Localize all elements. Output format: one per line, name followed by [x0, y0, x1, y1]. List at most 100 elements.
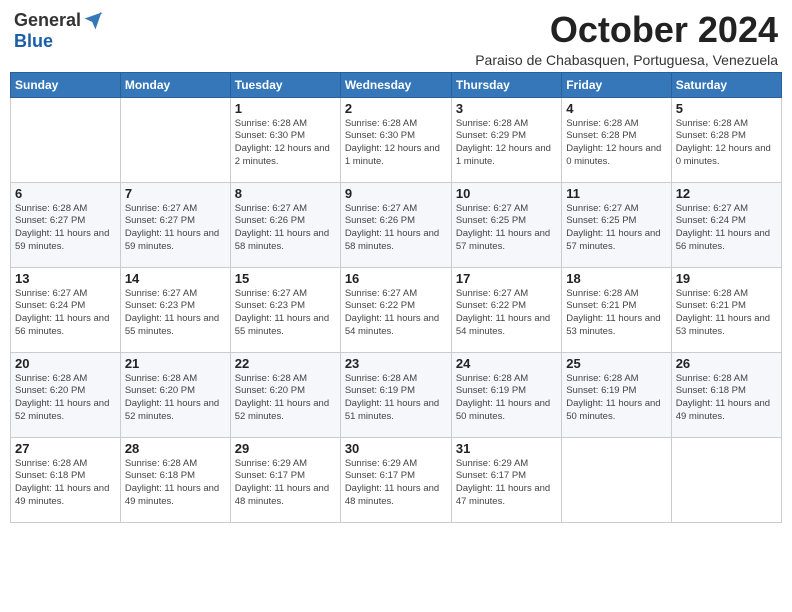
day-header-saturday: Saturday [671, 72, 781, 97]
calendar-cell: 10 Sunrise: 6:27 AM Sunset: 6:25 PM Dayli… [451, 182, 561, 267]
day-number: 26 [676, 356, 777, 371]
day-number: 20 [15, 356, 116, 371]
day-number: 19 [676, 271, 777, 286]
day-number: 4 [566, 101, 666, 116]
calendar-week-row: 13Sunrise: 6:27 AM Sunset: 6:24 PM Dayli… [11, 267, 782, 352]
cell-content: Sunrise: 6:27 AM Sunset: 6:23 PM Dayligh… [235, 288, 336, 339]
cell-content: Sunrise: 6:28 AM Sunset: 6:20 PM Dayligh… [15, 373, 116, 424]
calendar-cell: 11 Sunrise: 6:27 AM Sunset: 6:25 PM Dayli… [562, 182, 671, 267]
cell-content: Sunrise: 6:29 AM Sunset: 6:17 PM Dayligh… [456, 458, 557, 509]
calendar-cell: 16 Sunrise: 6:27 AM Sunset: 6:22 PM Dayli… [340, 267, 451, 352]
calendar-cell [11, 97, 121, 182]
day-number: 11 [566, 186, 666, 201]
cell-content: Sunrise: 6:27 AM Sunset: 6:27 PM Dayligh… [125, 203, 226, 254]
day-number: 13 [15, 271, 116, 286]
calendar-cell: 18 Sunrise: 6:28 AM Sunset: 6:21 PM Dayli… [562, 267, 671, 352]
calendar-header-row: SundayMondayTuesdayWednesdayThursdayFrid… [11, 72, 782, 97]
calendar-cell: 27 Sunrise: 6:28 AM Sunset: 6:18 PM Dayli… [11, 437, 121, 522]
cell-content: Sunrise: 6:29 AM Sunset: 6:17 PM Dayligh… [235, 458, 336, 509]
title-section: October 2024 Paraiso de Chabasquen, Port… [475, 10, 778, 68]
calendar-cell: 3Sunrise: 6:28 AM Sunset: 6:29 PM Daylig… [451, 97, 561, 182]
logo: General Blue [14, 10, 103, 52]
cell-content: Sunrise: 6:28 AM Sunset: 6:19 PM Dayligh… [345, 373, 447, 424]
calendar-cell: 8 Sunrise: 6:27 AM Sunset: 6:26 PM Daylig… [230, 182, 340, 267]
cell-content: Sunrise: 6:27 AM Sunset: 6:26 PM Dayligh… [235, 203, 336, 254]
calendar-cell: 20 Sunrise: 6:28 AM Sunset: 6:20 PM Dayli… [11, 352, 121, 437]
day-number: 31 [456, 441, 557, 456]
cell-content: Sunrise: 6:27 AM Sunset: 6:25 PM Dayligh… [566, 203, 666, 254]
day-number: 29 [235, 441, 336, 456]
day-number: 12 [676, 186, 777, 201]
cell-content: Sunrise: 6:28 AM Sunset: 6:18 PM Dayligh… [15, 458, 116, 509]
cell-content: Sunrise: 6:27 AM Sunset: 6:25 PM Dayligh… [456, 203, 557, 254]
cell-content: Sunrise: 6:28 AM Sunset: 6:20 PM Dayligh… [125, 373, 226, 424]
day-number: 6 [15, 186, 116, 201]
calendar-cell: 21 Sunrise: 6:28 AM Sunset: 6:20 PM Dayli… [120, 352, 230, 437]
day-number: 16 [345, 271, 447, 286]
cell-content: Sunrise: 6:27 AM Sunset: 6:23 PM Dayligh… [125, 288, 226, 339]
day-number: 7 [125, 186, 226, 201]
calendar-cell: 28Sunrise: 6:28 AM Sunset: 6:18 PM Dayli… [120, 437, 230, 522]
day-number: 15 [235, 271, 336, 286]
day-number: 21 [125, 356, 226, 371]
day-number: 1 [235, 101, 336, 116]
cell-content: Sunrise: 6:28 AM Sunset: 6:20 PM Dayligh… [235, 373, 336, 424]
cell-content: Sunrise: 6:27 AM Sunset: 6:22 PM Dayligh… [345, 288, 447, 339]
day-number: 10 [456, 186, 557, 201]
calendar-week-row: 6 Sunrise: 6:28 AM Sunset: 6:27 PM Daylig… [11, 182, 782, 267]
cell-content: Sunrise: 6:28 AM Sunset: 6:19 PM Dayligh… [456, 373, 557, 424]
cell-content: Sunrise: 6:28 AM Sunset: 6:28 PM Dayligh… [566, 118, 666, 169]
calendar-cell: 26 Sunrise: 6:28 AM Sunset: 6:18 PM Dayli… [671, 352, 781, 437]
cell-content: Sunrise: 6:27 AM Sunset: 6:26 PM Dayligh… [345, 203, 447, 254]
logo-bird-icon [83, 11, 103, 31]
day-header-wednesday: Wednesday [340, 72, 451, 97]
day-number: 2 [345, 101, 447, 116]
calendar-cell: 14Sunrise: 6:27 AM Sunset: 6:23 PM Dayli… [120, 267, 230, 352]
cell-content: Sunrise: 6:29 AM Sunset: 6:17 PM Dayligh… [345, 458, 447, 509]
calendar-cell: 5Sunrise: 6:28 AM Sunset: 6:28 PM Daylig… [671, 97, 781, 182]
cell-content: Sunrise: 6:28 AM Sunset: 6:27 PM Dayligh… [15, 203, 116, 254]
calendar-cell: 22 Sunrise: 6:28 AM Sunset: 6:20 PM Dayli… [230, 352, 340, 437]
cell-content: Sunrise: 6:28 AM Sunset: 6:21 PM Dayligh… [676, 288, 777, 339]
cell-content: Sunrise: 6:28 AM Sunset: 6:18 PM Dayligh… [676, 373, 777, 424]
cell-content: Sunrise: 6:28 AM Sunset: 6:19 PM Dayligh… [566, 373, 666, 424]
day-number: 23 [345, 356, 447, 371]
day-number: 9 [345, 186, 447, 201]
calendar-cell: 31 Sunrise: 6:29 AM Sunset: 6:17 PM Dayli… [451, 437, 561, 522]
cell-content: Sunrise: 6:28 AM Sunset: 6:30 PM Dayligh… [235, 118, 336, 169]
day-number: 5 [676, 101, 777, 116]
calendar-cell: 9 Sunrise: 6:27 AM Sunset: 6:26 PM Daylig… [340, 182, 451, 267]
logo-general-text: General [14, 10, 81, 31]
day-header-monday: Monday [120, 72, 230, 97]
cell-content: Sunrise: 6:27 AM Sunset: 6:22 PM Dayligh… [456, 288, 557, 339]
calendar-cell: 1 Sunrise: 6:28 AM Sunset: 6:30 PM Daylig… [230, 97, 340, 182]
cell-content: Sunrise: 6:28 AM Sunset: 6:21 PM Dayligh… [566, 288, 666, 339]
calendar-cell: 30 Sunrise: 6:29 AM Sunset: 6:17 PM Dayli… [340, 437, 451, 522]
calendar-cell: 12 Sunrise: 6:27 AM Sunset: 6:24 PM Dayli… [671, 182, 781, 267]
calendar-cell [562, 437, 671, 522]
calendar-cell: 17Sunrise: 6:27 AM Sunset: 6:22 PM Dayli… [451, 267, 561, 352]
day-number: 18 [566, 271, 666, 286]
calendar-cell [671, 437, 781, 522]
day-number: 25 [566, 356, 666, 371]
calendar-cell: 7 Sunrise: 6:27 AM Sunset: 6:27 PM Daylig… [120, 182, 230, 267]
calendar-cell: 6 Sunrise: 6:28 AM Sunset: 6:27 PM Daylig… [11, 182, 121, 267]
cell-content: Sunrise: 6:27 AM Sunset: 6:24 PM Dayligh… [676, 203, 777, 254]
day-header-thursday: Thursday [451, 72, 561, 97]
day-number: 27 [15, 441, 116, 456]
day-number: 3 [456, 101, 557, 116]
day-number: 30 [345, 441, 447, 456]
day-number: 28 [125, 441, 226, 456]
page-header: General Blue October 2024 Paraiso de Cha… [10, 10, 782, 68]
day-header-tuesday: Tuesday [230, 72, 340, 97]
calendar-cell: 15 Sunrise: 6:27 AM Sunset: 6:23 PM Dayli… [230, 267, 340, 352]
day-header-friday: Friday [562, 72, 671, 97]
calendar-cell: 2Sunrise: 6:28 AM Sunset: 6:30 PM Daylig… [340, 97, 451, 182]
day-number: 22 [235, 356, 336, 371]
calendar-week-row: 20 Sunrise: 6:28 AM Sunset: 6:20 PM Dayli… [11, 352, 782, 437]
calendar-cell: 13Sunrise: 6:27 AM Sunset: 6:24 PM Dayli… [11, 267, 121, 352]
calendar-cell: 23 Sunrise: 6:28 AM Sunset: 6:19 PM Dayli… [340, 352, 451, 437]
day-number: 8 [235, 186, 336, 201]
day-number: 24 [456, 356, 557, 371]
calendar-cell [120, 97, 230, 182]
